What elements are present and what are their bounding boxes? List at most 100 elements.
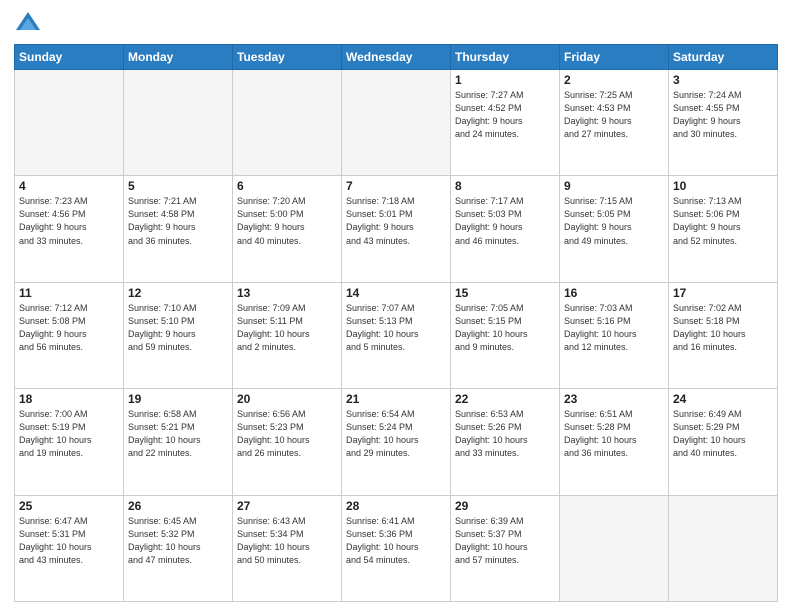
day-number: 29 — [455, 499, 555, 513]
day-number: 27 — [237, 499, 337, 513]
day-info: Sunrise: 7:21 AM Sunset: 4:58 PM Dayligh… — [128, 195, 228, 247]
header — [14, 10, 778, 38]
day-number: 16 — [564, 286, 664, 300]
day-info: Sunrise: 7:20 AM Sunset: 5:00 PM Dayligh… — [237, 195, 337, 247]
calendar-week-row: 1 Sunrise: 7:27 AM Sunset: 4:52 PM Daylig… — [15, 70, 778, 176]
day-number: 3 — [673, 73, 773, 87]
calendar-cell: 9 Sunrise: 7:15 AM Sunset: 5:05 PM Daylig… — [560, 176, 669, 282]
day-info: Sunrise: 7:05 AM Sunset: 5:15 PM Dayligh… — [455, 302, 555, 354]
day-info: Sunrise: 7:03 AM Sunset: 5:16 PM Dayligh… — [564, 302, 664, 354]
day-info: Sunrise: 7:17 AM Sunset: 5:03 PM Dayligh… — [455, 195, 555, 247]
calendar-cell: 28 Sunrise: 6:41 AM Sunset: 5:36 PM Dayli… — [342, 495, 451, 601]
calendar-cell: 21 Sunrise: 6:54 AM Sunset: 5:24 PM Dayli… — [342, 389, 451, 495]
day-info: Sunrise: 6:53 AM Sunset: 5:26 PM Dayligh… — [455, 408, 555, 460]
calendar-cell: 29Sunrise: 6:39 AM Sunset: 5:37 PM Dayli… — [451, 495, 560, 601]
day-number: 9 — [564, 179, 664, 193]
calendar-cell — [124, 70, 233, 176]
calendar-cell: 19 Sunrise: 6:58 AM Sunset: 5:21 PM Dayli… — [124, 389, 233, 495]
calendar-cell: 26Sunrise: 6:45 AM Sunset: 5:32 PM Dayli… — [124, 495, 233, 601]
calendar-cell: 4 Sunrise: 7:23 AM Sunset: 4:56 PM Daylig… — [15, 176, 124, 282]
day-number: 8 — [455, 179, 555, 193]
day-number: 5 — [128, 179, 228, 193]
day-number: 17 — [673, 286, 773, 300]
day-number: 1 — [455, 73, 555, 87]
calendar-cell: 12Sunrise: 7:10 AM Sunset: 5:10 PM Dayli… — [124, 282, 233, 388]
day-number: 6 — [237, 179, 337, 193]
page: SundayMondayTuesdayWednesdayThursdayFrid… — [0, 0, 792, 612]
logo-icon — [14, 10, 42, 38]
day-number: 18 — [19, 392, 119, 406]
day-info: Sunrise: 6:41 AM Sunset: 5:36 PM Dayligh… — [346, 515, 446, 567]
calendar-week-row: 4 Sunrise: 7:23 AM Sunset: 4:56 PM Daylig… — [15, 176, 778, 282]
calendar-cell — [669, 495, 778, 601]
logo — [14, 10, 46, 38]
day-info: Sunrise: 6:58 AM Sunset: 5:21 PM Dayligh… — [128, 408, 228, 460]
day-info: Sunrise: 6:43 AM Sunset: 5:34 PM Dayligh… — [237, 515, 337, 567]
day-info: Sunrise: 7:12 AM Sunset: 5:08 PM Dayligh… — [19, 302, 119, 354]
calendar-header-row: SundayMondayTuesdayWednesdayThursdayFrid… — [15, 45, 778, 70]
day-info: Sunrise: 6:51 AM Sunset: 5:28 PM Dayligh… — [564, 408, 664, 460]
calendar-cell — [233, 70, 342, 176]
day-number: 19 — [128, 392, 228, 406]
day-number: 25 — [19, 499, 119, 513]
day-number: 24 — [673, 392, 773, 406]
calendar-week-row: 25 Sunrise: 6:47 AM Sunset: 5:31 PM Dayli… — [15, 495, 778, 601]
day-info: Sunrise: 7:09 AM Sunset: 5:11 PM Dayligh… — [237, 302, 337, 354]
calendar-cell: 18 Sunrise: 7:00 AM Sunset: 5:19 PM Dayli… — [15, 389, 124, 495]
day-number: 10 — [673, 179, 773, 193]
day-info: Sunrise: 6:49 AM Sunset: 5:29 PM Dayligh… — [673, 408, 773, 460]
calendar-header-tuesday: Tuesday — [233, 45, 342, 70]
calendar-cell: 3 Sunrise: 7:24 AM Sunset: 4:55 PM Daylig… — [669, 70, 778, 176]
calendar-cell: 24 Sunrise: 6:49 AM Sunset: 5:29 PM Dayli… — [669, 389, 778, 495]
calendar-cell: 17 Sunrise: 7:02 AM Sunset: 5:18 PM Dayli… — [669, 282, 778, 388]
day-info: Sunrise: 7:00 AM Sunset: 5:19 PM Dayligh… — [19, 408, 119, 460]
day-number: 7 — [346, 179, 446, 193]
calendar-cell: 27 Sunrise: 6:43 AM Sunset: 5:34 PM Dayli… — [233, 495, 342, 601]
day-number: 13 — [237, 286, 337, 300]
day-info: Sunrise: 6:56 AM Sunset: 5:23 PM Dayligh… — [237, 408, 337, 460]
day-info: Sunrise: 7:13 AM Sunset: 5:06 PM Dayligh… — [673, 195, 773, 247]
calendar-cell: 22 Sunrise: 6:53 AM Sunset: 5:26 PM Dayli… — [451, 389, 560, 495]
calendar-cell: 5 Sunrise: 7:21 AM Sunset: 4:58 PM Daylig… — [124, 176, 233, 282]
calendar-week-row: 18 Sunrise: 7:00 AM Sunset: 5:19 PM Dayli… — [15, 389, 778, 495]
day-info: Sunrise: 7:25 AM Sunset: 4:53 PM Dayligh… — [564, 89, 664, 141]
calendar-cell: 14 Sunrise: 7:07 AM Sunset: 5:13 PM Dayli… — [342, 282, 451, 388]
day-number: 21 — [346, 392, 446, 406]
calendar-cell: 25 Sunrise: 6:47 AM Sunset: 5:31 PM Dayli… — [15, 495, 124, 601]
day-number: 22 — [455, 392, 555, 406]
calendar-cell — [15, 70, 124, 176]
day-number: 20 — [237, 392, 337, 406]
day-number: 23 — [564, 392, 664, 406]
calendar-header-sunday: Sunday — [15, 45, 124, 70]
day-number: 11 — [19, 286, 119, 300]
calendar-week-row: 11 Sunrise: 7:12 AM Sunset: 5:08 PM Dayli… — [15, 282, 778, 388]
calendar-cell: 8 Sunrise: 7:17 AM Sunset: 5:03 PM Daylig… — [451, 176, 560, 282]
calendar-cell: 23 Sunrise: 6:51 AM Sunset: 5:28 PM Dayli… — [560, 389, 669, 495]
calendar-cell: 1 Sunrise: 7:27 AM Sunset: 4:52 PM Daylig… — [451, 70, 560, 176]
calendar-header-monday: Monday — [124, 45, 233, 70]
calendar-cell: 15 Sunrise: 7:05 AM Sunset: 5:15 PM Dayli… — [451, 282, 560, 388]
day-number: 28 — [346, 499, 446, 513]
calendar-cell: 10 Sunrise: 7:13 AM Sunset: 5:06 PM Dayli… — [669, 176, 778, 282]
calendar-cell: 7 Sunrise: 7:18 AM Sunset: 5:01 PM Daylig… — [342, 176, 451, 282]
day-info: Sunrise: 7:15 AM Sunset: 5:05 PM Dayligh… — [564, 195, 664, 247]
day-number: 14 — [346, 286, 446, 300]
day-info: Sunrise: 7:07 AM Sunset: 5:13 PM Dayligh… — [346, 302, 446, 354]
calendar-cell: 16 Sunrise: 7:03 AM Sunset: 5:16 PM Dayli… — [560, 282, 669, 388]
calendar-cell: 11 Sunrise: 7:12 AM Sunset: 5:08 PM Dayli… — [15, 282, 124, 388]
day-number: 15 — [455, 286, 555, 300]
calendar-cell: 13 Sunrise: 7:09 AM Sunset: 5:11 PM Dayli… — [233, 282, 342, 388]
calendar-cell: 6 Sunrise: 7:20 AM Sunset: 5:00 PM Daylig… — [233, 176, 342, 282]
day-info: Sunrise: 7:10 AM Sunset: 5:10 PM Dayligh… — [128, 302, 228, 354]
day-info: Sunrise: 7:24 AM Sunset: 4:55 PM Dayligh… — [673, 89, 773, 141]
calendar-cell: 2Sunrise: 7:25 AM Sunset: 4:53 PM Daylig… — [560, 70, 669, 176]
calendar-header-wednesday: Wednesday — [342, 45, 451, 70]
day-info: Sunrise: 7:02 AM Sunset: 5:18 PM Dayligh… — [673, 302, 773, 354]
day-info: Sunrise: 7:18 AM Sunset: 5:01 PM Dayligh… — [346, 195, 446, 247]
day-info: Sunrise: 7:27 AM Sunset: 4:52 PM Dayligh… — [455, 89, 555, 141]
calendar-header-saturday: Saturday — [669, 45, 778, 70]
day-info: Sunrise: 7:23 AM Sunset: 4:56 PM Dayligh… — [19, 195, 119, 247]
day-info: Sunrise: 6:54 AM Sunset: 5:24 PM Dayligh… — [346, 408, 446, 460]
day-number: 4 — [19, 179, 119, 193]
day-info: Sunrise: 6:47 AM Sunset: 5:31 PM Dayligh… — [19, 515, 119, 567]
